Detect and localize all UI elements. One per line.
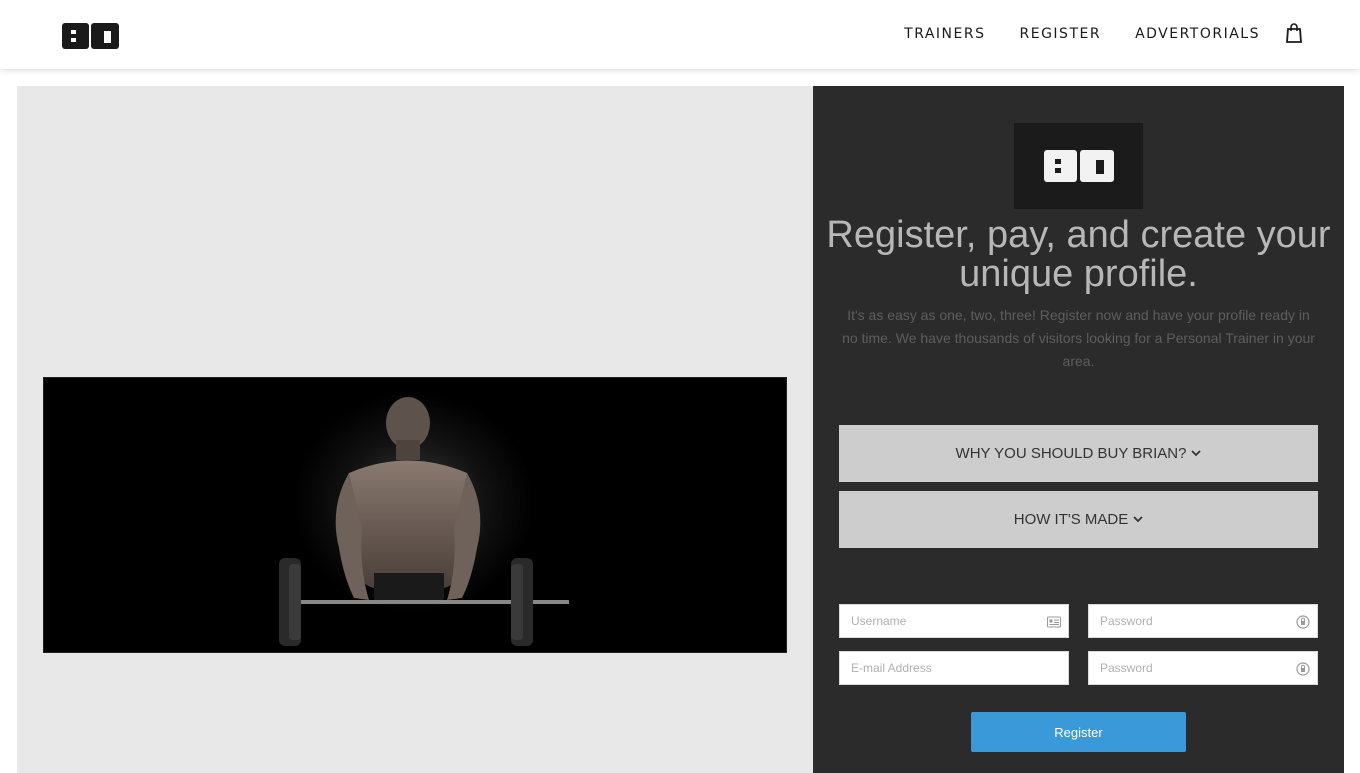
password-confirm-field-wrap — [1088, 651, 1318, 685]
register-description: It's as easy as one, two, three! Registe… — [842, 307, 1315, 369]
username-field-wrap — [839, 604, 1069, 638]
register-title: Register, pay, and create your unique pr… — [826, 214, 1331, 295]
email-field-wrap — [839, 651, 1069, 685]
accordion-why-buy[interactable]: WHY YOU SHOULD BUY BRIAN? — [839, 425, 1318, 482]
main-nav: TRAINERS REGISTER ADVERTORIALS — [870, 22, 1305, 46]
site-header: TRAINERS REGISTER ADVERTORIALS — [0, 0, 1360, 69]
chevron-down-icon — [1191, 450, 1202, 457]
id-card-icon — [1047, 616, 1061, 628]
hero-section — [17, 86, 813, 773]
nav-advertorials[interactable]: ADVERTORIALS — [1135, 26, 1260, 42]
register-button[interactable]: Register — [971, 712, 1186, 752]
panel-logo — [1014, 123, 1143, 209]
register-panel: Register, pay, and create your unique pr… — [813, 86, 1344, 773]
chevron-down-icon — [1133, 516, 1143, 523]
accordion-how-made[interactable]: HOW IT'S MADE — [839, 491, 1318, 548]
email-input[interactable] — [840, 652, 1068, 684]
password-input[interactable] — [1089, 605, 1317, 637]
logo-mark — [62, 23, 119, 49]
accordion-label: HOW IT'S MADE — [1013, 511, 1129, 528]
brand-logo[interactable] — [62, 23, 119, 49]
lock-icon — [1296, 615, 1310, 629]
hero-image — [43, 377, 787, 653]
password-confirm-input[interactable] — [1089, 652, 1317, 684]
nav-trainers[interactable]: TRAINERS — [904, 26, 985, 42]
lock-icon — [1296, 662, 1310, 676]
username-input[interactable] — [840, 605, 1068, 637]
password-field-wrap — [1088, 604, 1318, 638]
accordion-label: WHY YOU SHOULD BUY BRIAN? — [955, 445, 1187, 462]
shopping-bag-icon[interactable] — [1285, 23, 1305, 45]
nav-register[interactable]: REGISTER — [1020, 26, 1102, 42]
